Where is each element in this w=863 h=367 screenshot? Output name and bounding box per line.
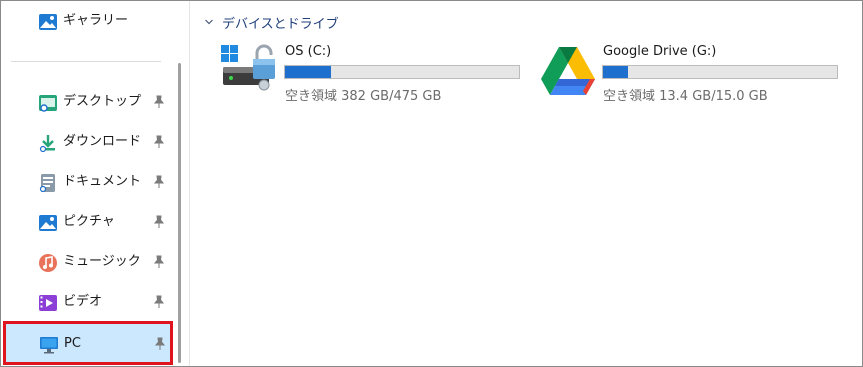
pin-icon[interactable] [152, 255, 166, 269]
download-folder-icon [39, 135, 55, 153]
drive-free-space: 空き領域 382 GB/475 GB [285, 89, 442, 104]
drive-name: Google Drive (G:) [603, 44, 717, 59]
videos-folder-icon [39, 295, 57, 311]
pin-icon[interactable] [152, 95, 166, 109]
gallery-icon [39, 14, 57, 30]
drive-tile-c[interactable]: OS (C:) 空き領域 382 GB/475 GB [221, 43, 531, 104]
sidebar-item-label: ドキュメント [63, 174, 142, 189]
sidebar-item-gallery[interactable]: ギャラリー [5, 2, 173, 40]
sidebar-item-music[interactable]: ミュージック [5, 243, 173, 281]
sidebar-item-pictures[interactable]: ピクチャ [5, 203, 173, 241]
sidebar-divider [11, 61, 161, 62]
pin-icon[interactable] [152, 175, 166, 189]
windows-locked-drive-icon [221, 44, 275, 91]
drive-usage-bar [284, 65, 520, 79]
chevron-down-icon [205, 19, 213, 25]
sidebar-scrollbar-thumb[interactable] [178, 63, 181, 363]
pin-icon[interactable] [152, 215, 166, 229]
devices-section-header[interactable]: デバイスとドライブ [204, 13, 339, 32]
music-folder-icon [39, 254, 57, 272]
desktop-folder-icon [39, 95, 57, 112]
file-explorer-window: ギャラリー デスクトップ ダウンロード ドキュメント ピクチャ ミュージック ビ… [0, 0, 863, 367]
sidebar-item-pc[interactable]: PC [3, 321, 173, 365]
google-drive-icon [541, 47, 595, 95]
pane-divider [189, 1, 190, 366]
pin-icon[interactable] [152, 295, 166, 309]
pc-monitor-icon [40, 337, 58, 354]
navigation-pane: ギャラリー デスクトップ ダウンロード ドキュメント ピクチャ ミュージック ビ… [1, 1, 181, 366]
drive-name: OS (C:) [285, 44, 332, 59]
sidebar-item-label: ダウンロード [63, 134, 142, 149]
sidebar-item-desktop[interactable]: デスクトップ [5, 83, 173, 121]
sidebar-item-label: ミュージック [63, 254, 141, 269]
drive-usage-bar [602, 65, 838, 79]
documents-folder-icon [39, 174, 55, 193]
sidebar-item-downloads[interactable]: ダウンロード [5, 123, 173, 161]
pin-icon[interactable] [152, 135, 166, 149]
drive-usage-fill [285, 66, 331, 78]
sidebar-item-documents[interactable]: ドキュメント [5, 163, 173, 201]
drive-free-space: 空き領域 13.4 GB/15.0 GB [603, 89, 768, 104]
sidebar-item-label: デスクトップ [63, 94, 142, 109]
sidebar-item-label: ビデオ [63, 294, 103, 309]
drive-tile-g[interactable]: Google Drive (G:) 空き領域 13.4 GB/15.0 GB [539, 43, 849, 104]
pictures-folder-icon [39, 215, 57, 231]
drive-usage-fill [603, 66, 629, 78]
sidebar-item-label: PC [64, 336, 81, 351]
sidebar-item-videos[interactable]: ビデオ [5, 283, 173, 321]
pin-icon[interactable] [153, 337, 167, 351]
section-title: デバイスとドライブ [222, 16, 339, 32]
sidebar-item-label: ピクチャ [63, 214, 115, 229]
sidebar-item-label: ギャラリー [63, 13, 129, 28]
